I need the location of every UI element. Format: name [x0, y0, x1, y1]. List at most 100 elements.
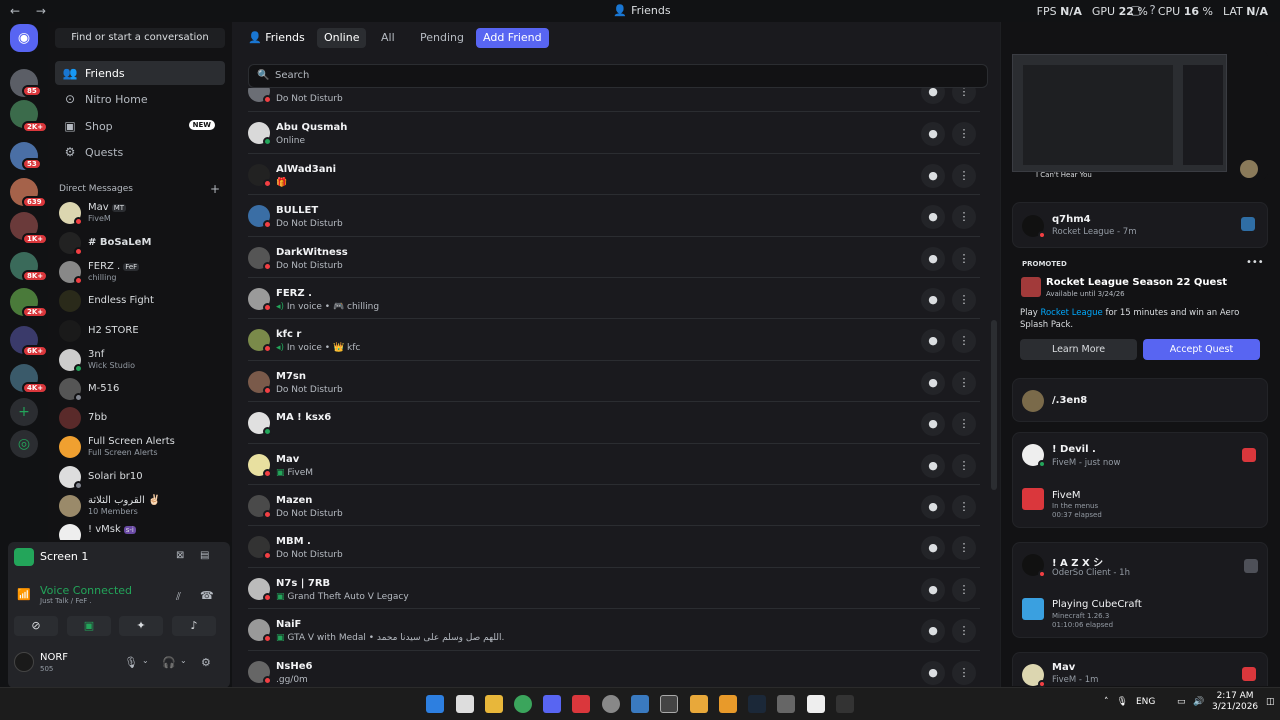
add-server-icon[interactable]: + [10, 398, 38, 426]
dm-item[interactable]: 7bb [59, 405, 227, 433]
activity-card-devil[interactable]: ! Devil . FiveM - just now FiveM In the … [1012, 432, 1268, 528]
more-options-button[interactable]: ⋮ [952, 412, 976, 437]
voice-connected-status[interactable]: Voice Connected [40, 584, 132, 597]
friend-row[interactable]: AlWad3ani 🎁 ● ⋮ [248, 152, 980, 194]
more-options-button[interactable]: ⋮ [952, 122, 976, 147]
message-button[interactable]: ● [921, 495, 945, 519]
message-button[interactable]: ● [921, 205, 945, 230]
activity-card-3en8[interactable]: /.3en8 [1012, 378, 1268, 422]
sidebar-item-quests[interactable]: ⚙ Quests [55, 140, 225, 164]
taskbar-app-icon[interactable] [456, 695, 474, 713]
dm-item[interactable]: Endless Fight [59, 288, 227, 316]
message-button[interactable]: ● [921, 660, 945, 685]
more-options-button[interactable]: ⋮ [952, 246, 976, 271]
friend-row[interactable]: MBM . Do Not Disturb ● ⋮ [248, 525, 980, 566]
search-input[interactable]: 🔍 Search [248, 64, 988, 88]
language-indicator[interactable]: ENG [1136, 697, 1155, 707]
chevron-down-icon[interactable]: ⌄ [180, 656, 187, 665]
message-button[interactable]: ● [921, 88, 945, 104]
message-button[interactable]: ● [921, 288, 945, 312]
taskbar-app-icon[interactable] [660, 695, 678, 713]
message-button[interactable]: ● [921, 453, 945, 478]
dm-item[interactable]: M-516 [59, 376, 227, 404]
game-link[interactable]: Rocket League [1040, 308, 1102, 318]
dm-item[interactable]: FERZ . FeF chilling [59, 259, 227, 287]
sidebar-item-shop[interactable]: ▣ Shop NEW [55, 114, 225, 138]
scrollbar[interactable] [991, 320, 997, 490]
mic-icon[interactable]: 🎙 [1117, 697, 1128, 707]
find-conversation-button[interactable]: Find or start a conversation [55, 28, 225, 48]
dm-item[interactable]: # BoSaLeM [59, 230, 227, 258]
friend-row[interactable]: NsHe6 .gg/0m ● ⋮ [248, 649, 980, 687]
close-stream-icon[interactable]: ⊠ [176, 550, 184, 561]
noise-suppression-icon[interactable]: ⫽ [176, 590, 181, 604]
friend-row[interactable]: Mazen Do Not Disturb ● ⋮ [248, 484, 980, 525]
more-options-button[interactable]: ⋮ [952, 329, 976, 354]
taskbar-app-icon[interactable] [836, 695, 854, 713]
friend-row[interactable]: kfc r ◂) In voice • 👑 kfc ● ⋮ [248, 318, 980, 359]
activities-button[interactable]: ✦ [119, 616, 163, 636]
message-button[interactable]: ● [921, 619, 945, 644]
more-options-button[interactable]: ⋮ [952, 88, 976, 104]
add-friend-button[interactable]: Add Friend [476, 28, 549, 48]
friend-row[interactable]: FERZ . ◂) In voice • 🎮 chilling ● ⋮ [248, 277, 980, 318]
message-button[interactable]: ● [921, 163, 945, 188]
volume-icon[interactable]: 🔊 [1193, 697, 1204, 707]
friend-row[interactable]: Abu Qusmah Online ● ⋮ [248, 111, 980, 152]
soundboard-button[interactable]: ♪ [172, 616, 216, 636]
more-options-button[interactable]: ⋮ [952, 163, 976, 188]
explore-icon[interactable]: ◎ [10, 430, 38, 458]
taskbar-app-icon[interactable] [719, 695, 737, 713]
more-options-button[interactable]: ⋮ [952, 370, 976, 395]
dm-item[interactable]: Full Screen Alerts Full Screen Alerts [59, 434, 227, 462]
accept-quest-button[interactable]: Accept Quest [1143, 339, 1260, 360]
friend-row[interactable]: BULLET Do Not Disturb ● ⋮ [248, 194, 980, 235]
dm-item[interactable]: 3nf Wick Studio [59, 347, 227, 375]
tab-pending[interactable]: Pending [413, 28, 471, 48]
friend-row[interactable]: MA ! ksx6 ● ⋮ [248, 401, 980, 442]
message-button[interactable]: ● [921, 412, 945, 437]
friend-row[interactable]: NaiF ▣ GTA V with Medal • اللهم صل وسلم ع… [248, 608, 980, 649]
message-button[interactable]: ● [921, 577, 945, 602]
disconnect-icon[interactable]: ☎ [200, 589, 214, 602]
notification-icon[interactable]: ◫ [1266, 697, 1275, 707]
chrome-icon[interactable] [514, 695, 532, 713]
taskbar-app-icon[interactable] [807, 695, 825, 713]
discord-taskbar-icon[interactable] [543, 695, 561, 713]
message-button[interactable]: ● [921, 536, 945, 561]
more-options-button[interactable]: ⋮ [952, 288, 976, 312]
fivem-taskbar-icon[interactable] [572, 695, 590, 713]
more-options-button[interactable]: ⋮ [952, 536, 976, 561]
friend-row[interactable]: DarkWitness Do Not Disturb ● ⋮ [248, 235, 980, 277]
tab-all[interactable]: All [374, 28, 402, 48]
chevron-down-icon[interactable]: ⌄ [142, 656, 149, 665]
activity-card-azx[interactable]: ! A Z X シ OderSo Client - 1h Playing Cub… [1012, 542, 1268, 638]
friend-row[interactable]: Do Not Disturb ● ⋮ [248, 88, 980, 111]
rockstar-icon[interactable] [690, 695, 708, 713]
camera-button[interactable]: ⊘ [14, 616, 58, 636]
dm-item[interactable]: Solari br10 [59, 464, 227, 492]
mic-icon[interactable]: 🎙 [124, 656, 138, 669]
more-options-button[interactable]: ⋮ [952, 619, 976, 644]
message-button[interactable]: ● [921, 122, 945, 147]
dm-item[interactable]: Mav MT FiveM [59, 200, 227, 228]
screen-share-button[interactable]: ▣ [67, 616, 111, 636]
file-explorer-icon[interactable] [485, 695, 503, 713]
message-button[interactable]: ● [921, 370, 945, 395]
taskbar-app-icon[interactable] [631, 695, 649, 713]
activity-card-q7hm4[interactable]: q7hm4 Rocket League - 7m [1012, 202, 1268, 248]
steam-icon[interactable] [748, 695, 766, 713]
popout-icon[interactable]: ▤ [200, 550, 209, 561]
start-icon[interactable] [426, 695, 444, 713]
settings-gear-icon[interactable]: ⚙ [201, 656, 211, 669]
more-options-icon[interactable]: ••• [1246, 257, 1264, 268]
dm-item[interactable]: H2 STORE [59, 318, 227, 346]
network-icon[interactable]: ▭ [1177, 697, 1186, 707]
message-button[interactable]: ● [921, 329, 945, 354]
friend-row[interactable]: M7sn Do Not Disturb ● ⋮ [248, 359, 980, 401]
headphones-icon[interactable]: 🎧 [162, 656, 176, 669]
sidebar-item-nitro[interactable]: ⊙ Nitro Home [55, 87, 225, 111]
discord-home-icon[interactable]: ◉ [10, 24, 38, 52]
stream-card[interactable]: I Can't Hear You [1012, 50, 1268, 180]
create-dm-icon[interactable]: + [210, 182, 220, 196]
